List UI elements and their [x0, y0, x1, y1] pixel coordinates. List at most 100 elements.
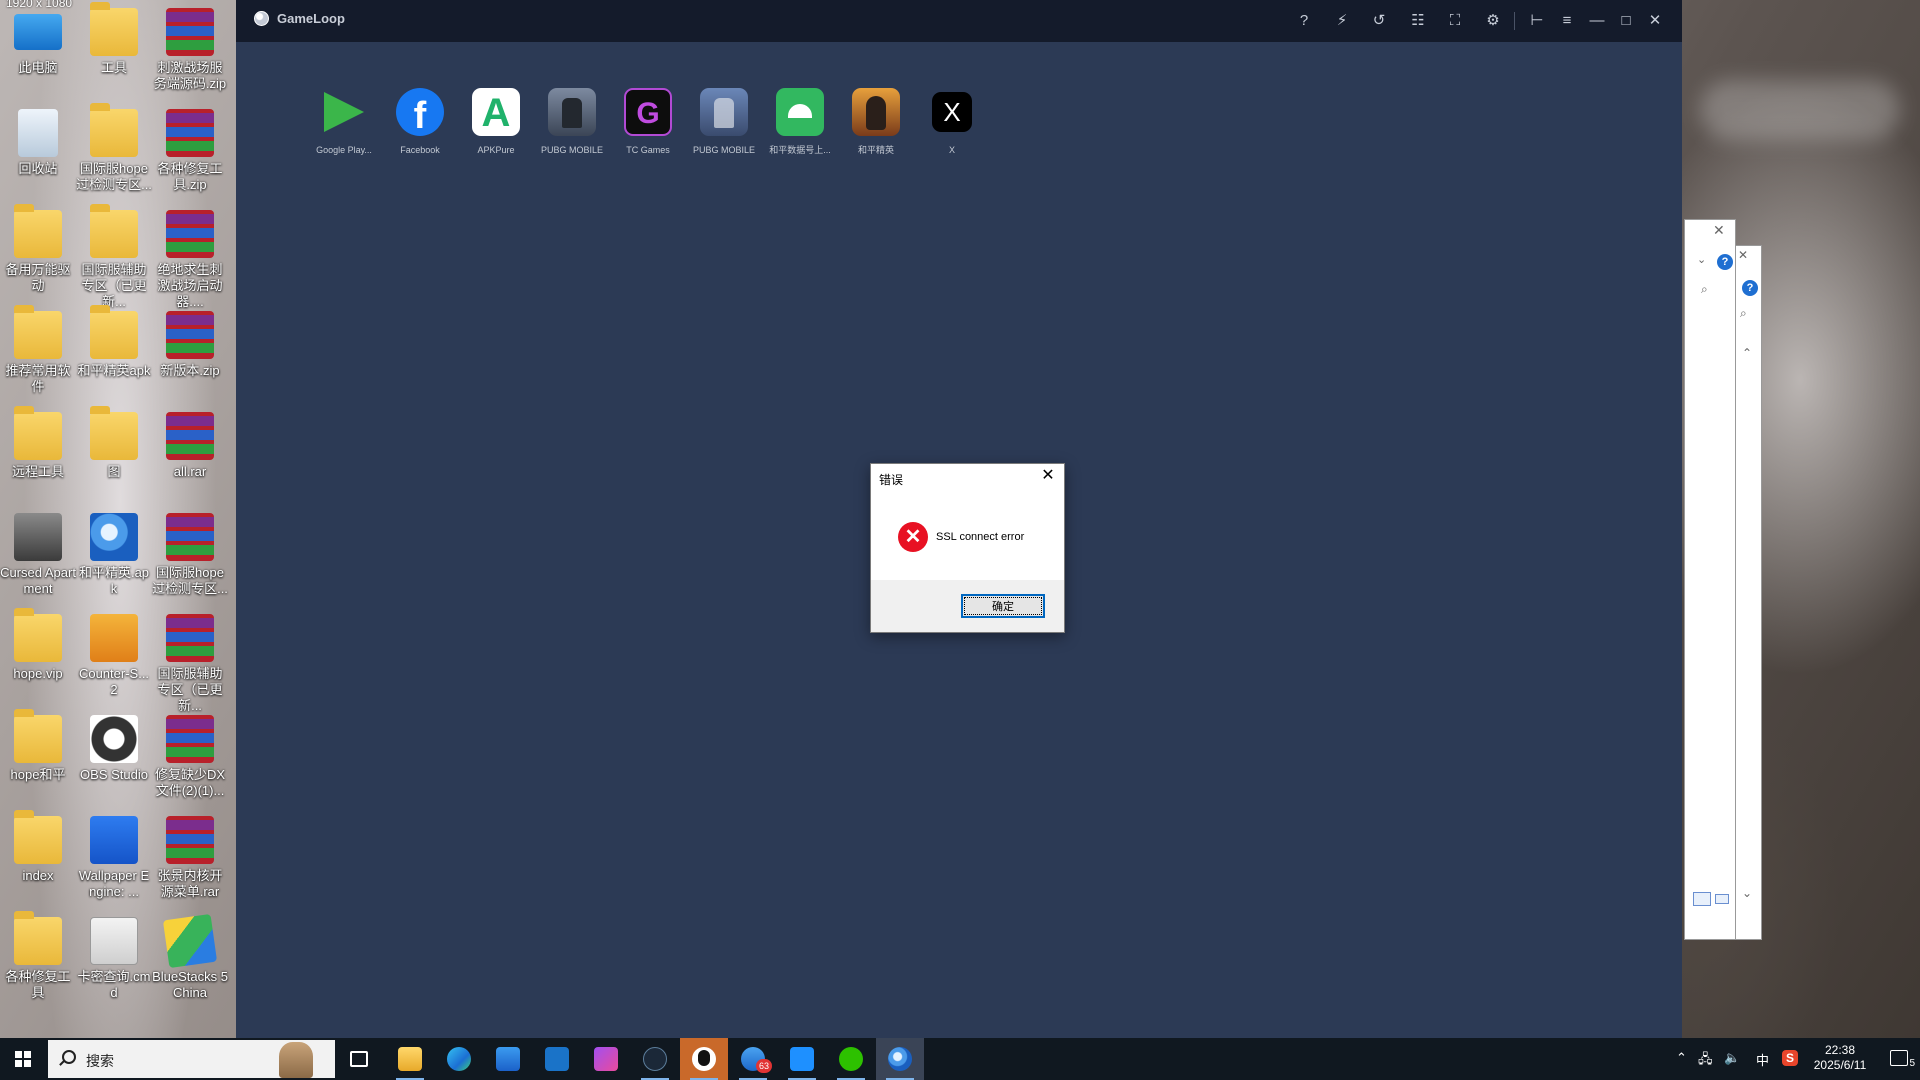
desktop-icon[interactable]: 国际服辅助专区（已更新... [76, 204, 152, 310]
sogou-input-icon[interactable]: S [1782, 1050, 1798, 1066]
chevron-down-icon[interactable]: ⌄ [1697, 253, 1706, 266]
winrar-archive-icon [166, 412, 214, 460]
desktop-icon[interactable]: 远程工具 [0, 406, 76, 480]
gameloop-app-tile[interactable]: XX [916, 88, 988, 156]
task-view-button[interactable] [335, 1038, 383, 1080]
network-icon[interactable]: 🖧 [1698, 1050, 1713, 1072]
background-window-secondary[interactable]: ✕ ? ⌕ ⌃ ⌄ [1736, 245, 1762, 940]
close-icon[interactable]: ✕ [1738, 248, 1748, 262]
boost-icon[interactable]: ⚡ [1331, 10, 1353, 32]
desktop-icon-label: 此电脑 [18, 60, 58, 75]
gameloop-app-tile[interactable]: PUBG MOBILE [688, 88, 760, 156]
taskbar-wechat[interactable] [827, 1038, 875, 1080]
desktop-icon[interactable]: BlueStacks 5 China [152, 913, 228, 1001]
ok-button[interactable]: 确定 [961, 594, 1045, 618]
error-dialog[interactable]: 错误 ✕ ✕ SSL connect error 确定 [870, 463, 1065, 633]
desktop-icon[interactable]: 工具 [76, 2, 152, 76]
desktop-icon[interactable]: 和平精英.apk [76, 513, 152, 597]
refresh-icon[interactable]: ↺ [1368, 10, 1390, 32]
maximize-icon[interactable]: □ [1615, 10, 1637, 32]
help-icon[interactable]: ? [1293, 10, 1315, 32]
show-hidden-icons-icon[interactable]: ⌃ [1676, 1050, 1687, 1066]
desktop-icon[interactable]: 国际服辅助专区（已更新... [152, 614, 228, 714]
desktop-icon[interactable]: 此电脑 [0, 8, 76, 76]
search-box[interactable]: 搜索 [48, 1040, 335, 1078]
desktop-icon[interactable]: 国际服hope过检测专区... [76, 103, 152, 193]
desktop-icon[interactable]: 各种修复工具.zip [152, 109, 228, 193]
desktop-icon-label: all.rar [173, 464, 207, 479]
desktop-icon[interactable]: hope和平 [0, 709, 76, 783]
gameloop-app-tile[interactable]: Google Play... [308, 88, 380, 156]
menu-icon[interactable]: ≡ [1556, 10, 1578, 32]
taskbar-gameloop[interactable] [876, 1038, 924, 1080]
gameloop-app-tile[interactable]: G TC Games [612, 88, 684, 156]
pin-icon[interactable]: ⊢ [1526, 10, 1548, 32]
desktop-icon[interactable]: 回收站 [0, 109, 76, 177]
input-method-indicator[interactable]: 中 [1756, 1050, 1769, 1069]
search-icon[interactable]: ⌕ [1740, 306, 1747, 321]
taskbar-purple-app[interactable] [582, 1038, 630, 1080]
notification-center-icon[interactable] [1890, 1050, 1908, 1066]
desktop-icon[interactable]: Cursed Apartment [0, 513, 76, 597]
taskbar-blue-app[interactable] [778, 1038, 826, 1080]
gameloop-app-tile[interactable]: A APKPure [460, 88, 532, 156]
desktop-icon[interactable]: 各种修复工具 [0, 911, 76, 1001]
desktop-icon[interactable]: hope.vip [0, 608, 76, 682]
desktop-icon[interactable]: Wallpaper Engine: ... [76, 816, 152, 900]
volume-icon[interactable]: 🔈 [1724, 1050, 1740, 1066]
desktop-icon[interactable]: Counter-S... 2 [76, 614, 152, 698]
taskbar-qq[interactable] [680, 1038, 728, 1080]
desktop-icon[interactable]: 图 [76, 406, 152, 480]
details-view-icon[interactable] [1693, 892, 1711, 906]
desktop-icon[interactable]: 备用万能驱动 [0, 204, 76, 294]
taskbar-steam[interactable] [631, 1038, 679, 1080]
gameloop-app-tile[interactable]: f Facebook [384, 88, 456, 156]
store-icon [496, 1047, 520, 1071]
bluestacks-icon [162, 913, 218, 969]
help-icon[interactable]: ? [1717, 254, 1733, 270]
gameloop-titlebar[interactable]: GameLoop ? ⚡ ↺ ☷ ⛶ ⚙ ⊢ ≡ — □ ✕ [236, 0, 1682, 42]
fullscreen-icon[interactable]: ⛶ [1444, 10, 1466, 32]
clock-date: 2025/6/11 [1813, 1058, 1867, 1072]
peace-elite-icon [852, 88, 900, 136]
gameloop-app-tile[interactable]: 和平数据号上... [764, 88, 836, 156]
help-icon[interactable]: ? [1742, 280, 1758, 296]
clock[interactable]: 22:38 2025/6/11 [1806, 1043, 1874, 1073]
qq-icon [692, 1047, 716, 1071]
scroll-up-icon[interactable]: ⌃ [1742, 346, 1752, 360]
desktop-icon[interactable]: 卡密查询.cmd [76, 917, 152, 1001]
scroll-down-icon[interactable]: ⌄ [1742, 886, 1752, 900]
desktop-icon[interactable]: 张景内核开源菜单.rar [152, 816, 228, 900]
desktop-icon[interactable]: 推荐常用软件 [0, 305, 76, 395]
close-icon[interactable]: ✕ [1644, 10, 1666, 32]
desktop-icon[interactable]: index [0, 810, 76, 884]
messenger-app-icon [790, 1047, 814, 1071]
taskbar-store[interactable] [484, 1038, 532, 1080]
notification-count: 5 [1909, 1058, 1915, 1069]
desktop-icon[interactable]: all.rar [152, 412, 228, 480]
desktop-icon[interactable]: 刺激战场服务端源码.zip [152, 8, 228, 92]
desktop-icon[interactable]: 绝地求生刺激战场启动器.... [152, 210, 228, 310]
close-icon[interactable]: ✕ [1038, 466, 1058, 486]
search-icon[interactable]: ⌕ [1701, 282, 1708, 297]
desktop-icon[interactable]: 修复缺少DX文件(2)(1)... [152, 715, 228, 799]
gameloop-app-tile[interactable]: PUBG MOBILE [536, 88, 608, 156]
desktop-icon[interactable]: 和平精英apk [76, 305, 152, 379]
desktop-icon[interactable]: 国际服hope过检测专区... [152, 513, 228, 597]
gameloop-app-tile[interactable]: 和平精英 [840, 88, 912, 156]
wechat-icon [839, 1047, 863, 1071]
apps-grid-icon[interactable]: ☷ [1407, 10, 1429, 32]
taskbar-edge[interactable] [435, 1038, 483, 1080]
taskbar-mail[interactable]: 63 [729, 1038, 777, 1080]
start-button[interactable] [0, 1038, 46, 1080]
taskbar-outlook[interactable] [533, 1038, 581, 1080]
settings-icon[interactable]: ⚙ [1482, 10, 1504, 32]
desktop-icon[interactable]: 新版本.zip [152, 311, 228, 379]
background-window[interactable]: ✕ ⌄ ? ⌕ [1684, 219, 1736, 940]
desktop-icon[interactable]: OBS Studio [76, 715, 152, 783]
close-icon[interactable]: ✕ [1713, 222, 1725, 239]
minimize-icon[interactable]: — [1586, 10, 1608, 32]
taskbar-file-explorer[interactable] [386, 1038, 434, 1080]
preview-view-icon[interactable] [1715, 894, 1729, 904]
desktop-icon-label: Cursed Apartment [0, 565, 76, 596]
